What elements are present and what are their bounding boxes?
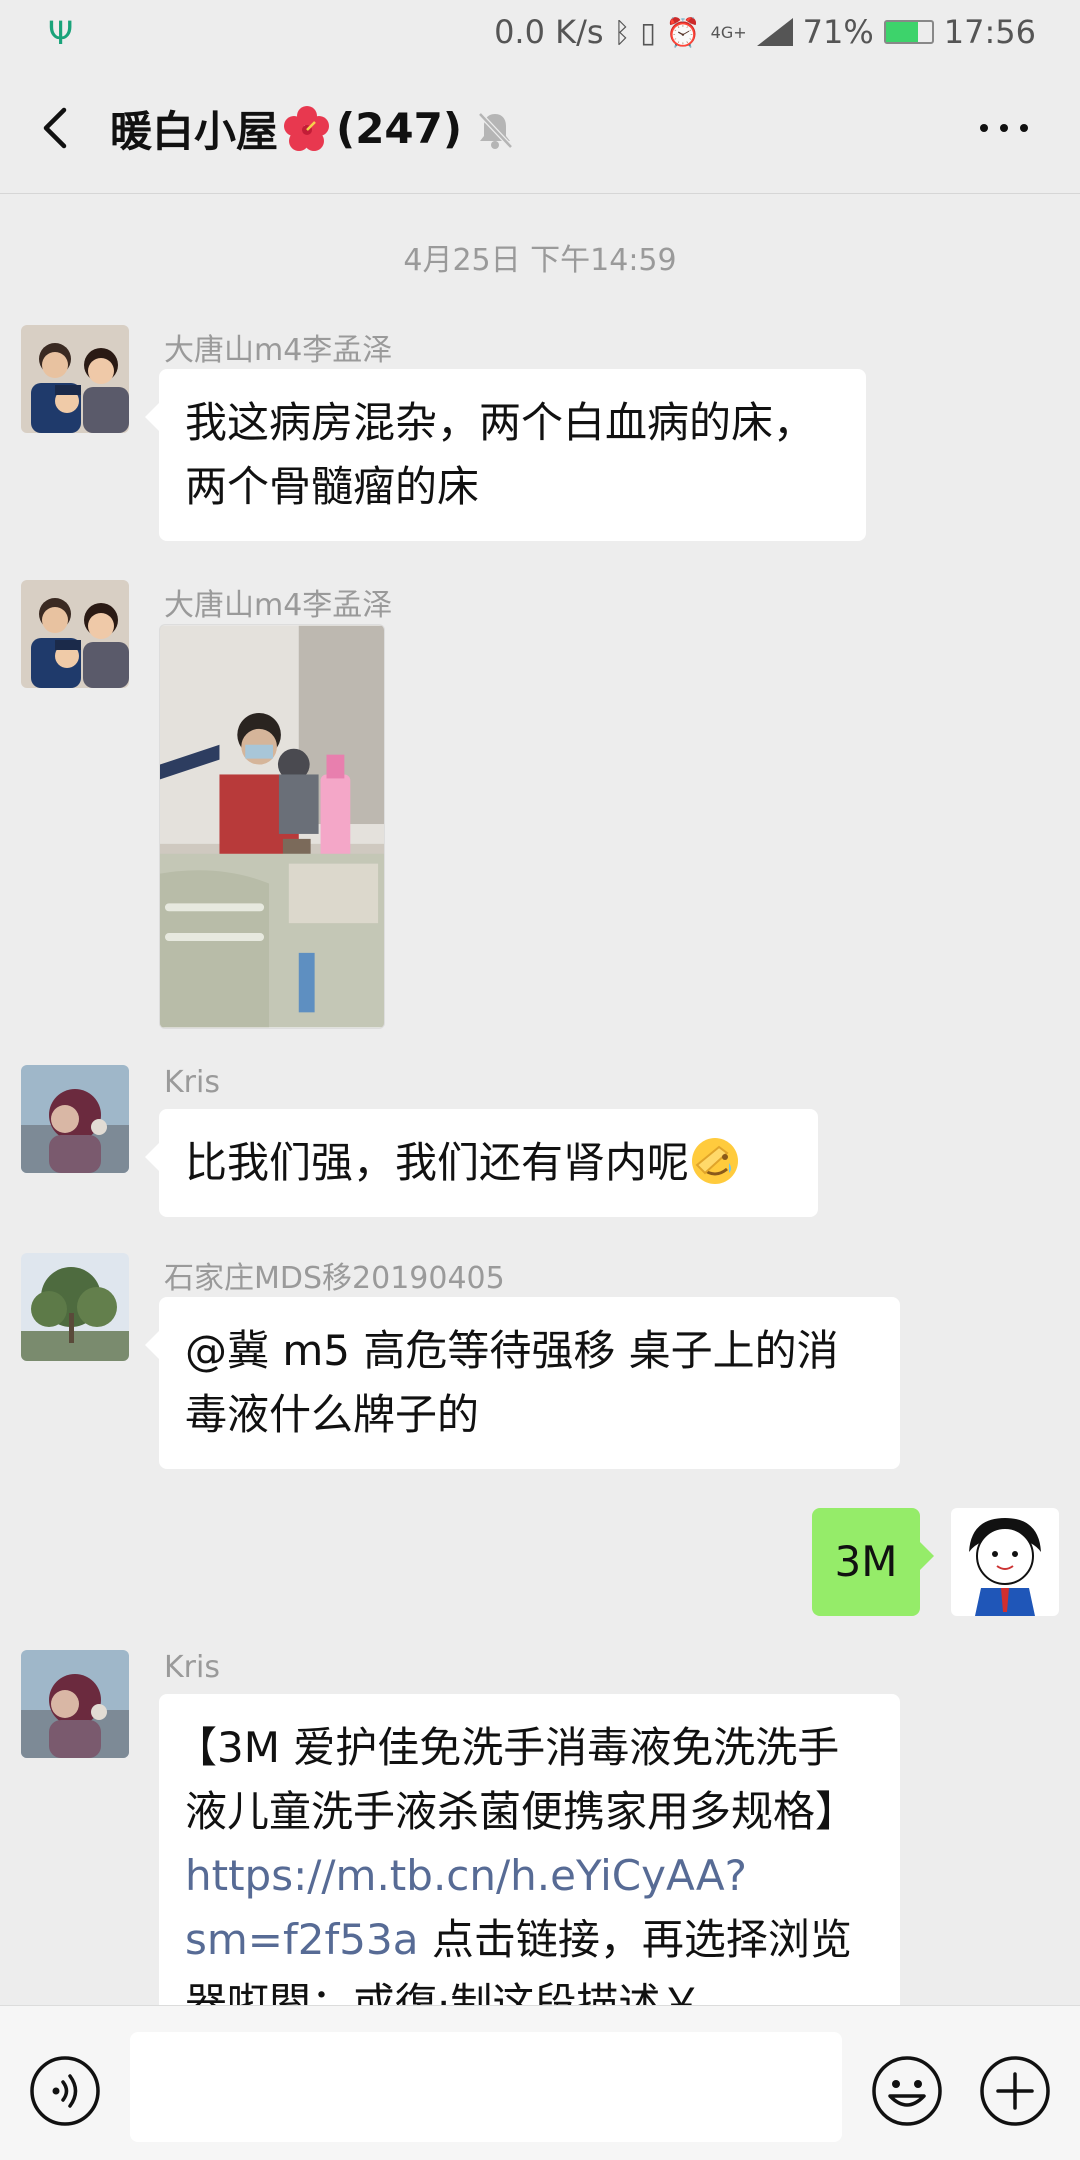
net-speed: 0.0 K/s [494,13,604,51]
sender-name: 大唐山m4李孟泽 [164,588,393,623]
back-icon[interactable] [28,100,84,156]
message-input[interactable] [130,2032,842,2142]
mute-icon [478,112,513,149]
more-icon[interactable] [976,120,1032,136]
message-text: 比我们强，我们还有肾内呢 [185,1138,690,1187]
message-line: sm=f2f53a 点击链接，再选择浏览 [175,1908,874,1972]
message-item: 大唐山m4李孟泽 我这病房混杂，两个白血病的床， 两个骨髓瘤的床 [0,325,1080,541]
sender-name: 石家庄MDS移20190405 [164,1261,505,1296]
message-bubble[interactable]: 比我们强，我们还有肾内呢 [145,1109,818,1217]
avatar[interactable] [21,1065,129,1173]
avatar[interactable] [21,1253,129,1361]
title-bar: 暖白小屋 (247) [0,64,1080,194]
message-item: 石家庄MDS移20190405 @冀 m5 高危等待强移 桌子上的消 毒液什么牌… [0,1253,1080,1483]
group-name: 暖白小屋 [110,107,279,156]
my-avatar[interactable] [951,1508,1059,1616]
emoji-icon[interactable] [870,2054,944,2128]
signal-icon [756,18,793,46]
voice-icon[interactable] [28,2054,102,2128]
message-line: 毒液什么牌子的 [185,1390,480,1439]
message-item: 大唐山m4李孟泽 [0,580,1080,1029]
chat-title: 暖白小屋 (247) [110,98,462,159]
sender-name: 大唐山m4李孟泽 [164,333,393,368]
plus-icon[interactable] [978,2054,1052,2128]
message-text: 点击链接，再选择浏览 [418,1915,852,1964]
usb-icon: Ψ [48,14,74,52]
message-item: Kris 【3M 爱护佳免洗手消毒液免洗洗手 液儿童洗手液杀菌便携家用多规格】 … [0,1650,1080,2005]
image-message[interactable] [159,624,385,1029]
message-line: 两个骨髓瘤的床 [185,462,480,511]
message-line: 器咑閞；或復·制这段描述￥ [185,1979,703,2005]
message-line: 【3M 爱护佳免洗手消毒液免洗洗手 [175,1723,840,1772]
message-bubble[interactable]: 我这病房混杂，两个白血病的床， 两个骨髓瘤的床 [145,369,866,541]
message-link[interactable]: https://m.tb.cn/h.eYiCyAA? [175,1844,874,1908]
chat-area[interactable]: 4月25日 下午14:59 大唐山m4李孟泽 我这病房混杂，两个白血病的床， 两… [0,195,1080,2005]
timestamp: 4月25日 下午14:59 [403,243,677,278]
message-bubble[interactable]: @冀 m5 高危等待强移 桌子上的消 毒液什么牌子的 [145,1297,900,1469]
status-icons: 0.0 K/s ᛒ ▯ ⏰ 4G+ 71% 17:56 [494,10,1036,54]
avatar[interactable] [21,580,129,688]
alarm-icon: ⏰ [665,15,701,49]
clock: 17:56 [943,13,1036,51]
message-line: @冀 m5 高危等待强移 桌子上的消 [185,1326,839,1375]
message-bubble[interactable]: 【3M 爱护佳免洗手消毒液免洗洗手 液儿童洗手液杀菌便携家用多规格】 https… [159,1694,900,2005]
battery-percent: 71% [802,13,874,51]
my-message-bubble[interactable]: 3M [812,1508,934,1616]
message-link[interactable]: sm=f2f53a [185,1915,418,1964]
status-bar: Ψ 0.0 K/s ᛒ ▯ ⏰ 4G+ 71% 17:56 [0,0,1080,64]
avatar[interactable] [21,1650,129,1758]
vibrate-icon: ▯ [640,15,656,49]
avatar[interactable] [21,325,129,433]
hibiscus-icon [284,105,330,151]
message-text: 3M [834,1537,898,1586]
input-bar [0,2005,1080,2160]
message-line: 液儿童洗手液杀菌便携家用多规格】 [185,1787,858,1836]
sender-name: Kris [164,1065,220,1100]
sender-name: Kris [164,1650,220,1685]
facepalm-emoji-icon [692,1138,739,1184]
message-line: 我这病房混杂，两个白血病的床， [185,398,816,447]
member-count: (247) [336,104,463,153]
bluetooth-icon: ᛒ [613,15,631,49]
network-type: 4G+ [710,22,747,42]
message-item-mine: 3M [0,1508,1080,1618]
battery-icon [883,20,934,44]
message-item: Kris 比我们强，我们还有肾内呢 [0,1065,1080,1225]
